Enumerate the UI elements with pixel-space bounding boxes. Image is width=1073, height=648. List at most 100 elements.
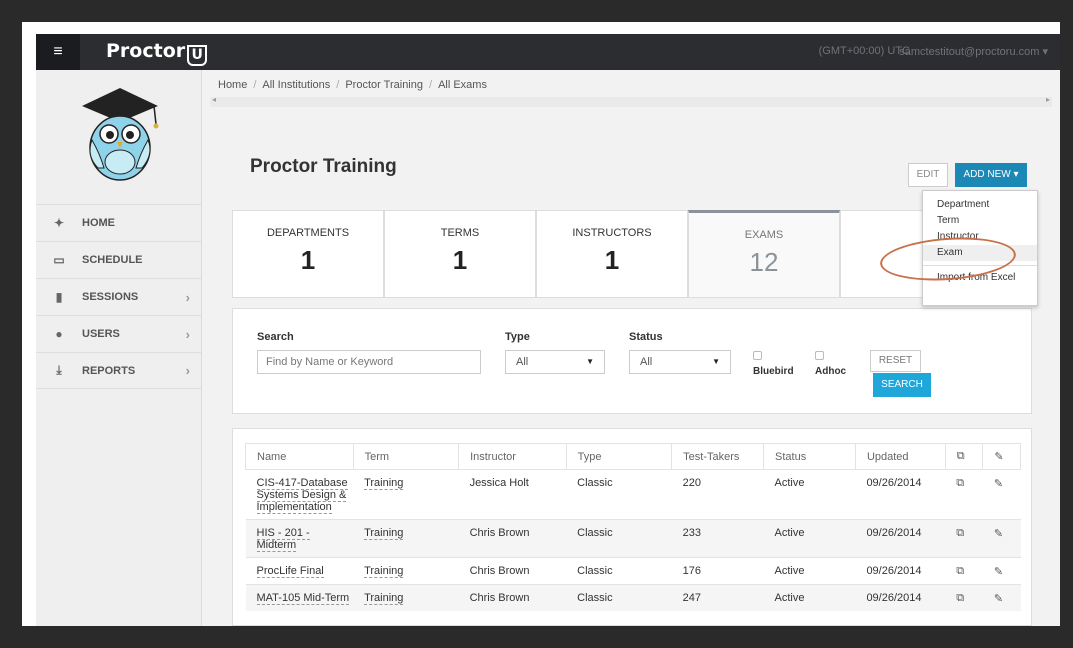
- pencil-icon[interactable]: ✎: [994, 528, 1003, 540]
- sidebar-item-schedule[interactable]: ▭ SCHEDULE: [36, 241, 202, 278]
- hamburger-icon[interactable]: ≡: [36, 34, 80, 70]
- header-term[interactable]: Term: [352, 443, 460, 470]
- add-new-button[interactable]: ADD NEW ▾: [955, 163, 1027, 187]
- stat-terms[interactable]: TERMS 1: [384, 210, 536, 298]
- sidebar-item-label: SCHEDULE: [82, 254, 143, 266]
- status-select-value: All: [640, 356, 653, 368]
- exam-name-link[interactable]: CIS-417-Database Systems Design & Implem…: [256, 477, 348, 514]
- sidebar-item-reports[interactable]: ⤓ REPORTS ›: [36, 352, 202, 389]
- stat-value: 1: [300, 245, 316, 275]
- status-cell: Active: [763, 469, 856, 520]
- sidebar-item-home[interactable]: ✦ HOME: [36, 204, 202, 241]
- type-cell: Classic: [566, 584, 672, 611]
- header-status[interactable]: Status: [763, 443, 856, 470]
- main-area: Home / All Institutions / Proctor Training / A…: [202, 70, 1060, 626]
- copy-icon[interactable]: ⧉: [956, 477, 964, 489]
- table-row: MAT-105 Mid-Term Training Chris Brown Cl…: [245, 584, 1021, 611]
- table-row: HIS - 201 - Midterm Training Chris Brown…: [245, 519, 1021, 558]
- content-panel: Proctor Training EDIT ADD NEW ▾ DEPARTME…: [232, 110, 1038, 626]
- sidebar-item-label: SESSIONS: [82, 291, 139, 303]
- copy-icon[interactable]: ⧉: [956, 592, 964, 604]
- menu-item-term[interactable]: Term: [923, 213, 1037, 229]
- term-link[interactable]: Training: [364, 527, 404, 540]
- bluebird-label: Bluebird: [753, 366, 794, 377]
- pencil-icon[interactable]: ✎: [994, 566, 1003, 578]
- sidebar-item-label: REPORTS: [82, 364, 136, 377]
- header-name[interactable]: Name: [245, 443, 354, 470]
- term-link[interactable]: Training: [364, 565, 404, 578]
- sidebar-item-users[interactable]: ● USERS ›: [36, 315, 202, 352]
- type-cell: Classic: [566, 557, 672, 585]
- copy-icon[interactable]: ⧉: [956, 565, 964, 577]
- stat-value: 1: [452, 245, 468, 275]
- header-instructor[interactable]: Instructor: [458, 443, 567, 470]
- stat-instructors[interactable]: INSTRUCTORS 1: [536, 210, 688, 298]
- bluebird-checkbox[interactable]: [753, 351, 762, 360]
- instructor-cell: Chris Brown: [458, 584, 567, 611]
- type-cell: Classic: [566, 519, 672, 558]
- updated-cell: 09/26/2014: [855, 557, 946, 585]
- top-navbar: ≡ Proctor U (GMT+00:00) UTC samctestitout…: [36, 34, 1060, 70]
- sidebar-item-label: USERS: [82, 328, 120, 340]
- updated-cell: 09/26/2014: [855, 584, 946, 611]
- reset-button[interactable]: RESET: [870, 350, 921, 372]
- adhoc-label: Adhoc: [815, 366, 847, 377]
- sidebar-item-label: HOME: [82, 217, 115, 229]
- table-row: CIS-417-Database Systems Design & Implem…: [245, 469, 1021, 520]
- breadcrumb-proctor-training[interactable]: Proctor Training: [345, 79, 423, 91]
- term-link[interactable]: Training: [364, 592, 404, 605]
- instructor-cell: Chris Brown: [458, 557, 567, 585]
- sidebar: ✦ HOME ▭ SCHEDULE ▮ SESSIONS › ● USERS › ⤓ REPO…: [36, 70, 202, 626]
- status-cell: Active: [763, 519, 856, 558]
- stat-exams[interactable]: EXAMS 12: [688, 210, 840, 298]
- status-cell: Active: [763, 557, 856, 585]
- scroll-right-icon[interactable]: ▸: [1046, 95, 1050, 104]
- horizontal-scrollbar[interactable]: ◂ ▸: [210, 95, 1052, 107]
- stat-departments[interactable]: DEPARTMENTS 1: [232, 210, 384, 298]
- term-link[interactable]: Training: [364, 477, 404, 490]
- header-test-takers[interactable]: Test-Takers: [671, 443, 765, 470]
- breadcrumb-all-institutions[interactable]: All Institutions: [262, 79, 330, 91]
- search-input[interactable]: [257, 350, 481, 374]
- pencil-icon[interactable]: ✎: [994, 593, 1003, 605]
- pencil-icon: ✎: [982, 443, 1021, 470]
- stat-label: INSTRUCTORS: [572, 227, 652, 239]
- menu-item-department[interactable]: Department: [923, 197, 1037, 213]
- type-select-value: All: [516, 356, 529, 368]
- exam-name-link[interactable]: MAT-105 Mid-Term: [256, 592, 350, 605]
- stat-label: TERMS: [440, 227, 480, 239]
- instructor-cell: Jessica Holt: [458, 469, 567, 520]
- breadcrumb-separator: /: [429, 79, 433, 91]
- stat-label: DEPARTMENTS: [266, 227, 350, 239]
- type-select[interactable]: All ▼: [505, 350, 605, 374]
- app-frame: ≡ Proctor U (GMT+00:00) UTC samctestitout…: [22, 22, 1060, 626]
- updated-cell: 09/26/2014: [855, 519, 946, 558]
- test-takers-cell: 233: [671, 519, 764, 558]
- filter-panel: Search Type All ▼ Status All ▼ Bluebird Ad…: [232, 308, 1032, 414]
- copy-icon[interactable]: ⧉: [956, 527, 964, 539]
- test-takers-cell: 247: [671, 584, 764, 611]
- chevron-right-icon: ›: [185, 289, 190, 305]
- brand-name: Proctor: [106, 40, 186, 62]
- adhoc-checkbox[interactable]: [815, 351, 824, 360]
- exam-name-link[interactable]: HIS - 201 - Midterm: [256, 527, 310, 552]
- graduation-cap-icon: ✦: [53, 216, 65, 230]
- breadcrumb-home[interactable]: Home: [218, 79, 247, 91]
- brand-logo[interactable]: Proctor U: [106, 40, 208, 66]
- sidebar-item-sessions[interactable]: ▮ SESSIONS ›: [36, 278, 202, 315]
- scroll-left-icon[interactable]: ◂: [212, 95, 216, 104]
- edit-button[interactable]: EDIT: [908, 163, 948, 187]
- header-updated[interactable]: Updated: [854, 443, 946, 470]
- type-cell: Classic: [566, 469, 672, 520]
- status-select[interactable]: All ▼: [629, 350, 731, 374]
- type-label: Type: [505, 331, 530, 343]
- user-menu[interactable]: samctestitout@proctoru.com ▾: [899, 45, 1048, 58]
- header-type[interactable]: Type: [565, 443, 673, 470]
- caret-down-icon: ▼: [712, 357, 720, 366]
- status-cell: Active: [763, 584, 856, 611]
- chevron-right-icon: ›: [185, 363, 190, 378]
- test-takers-cell: 220: [671, 469, 764, 520]
- pencil-icon[interactable]: ✎: [994, 478, 1003, 490]
- search-button[interactable]: SEARCH: [873, 373, 931, 397]
- exam-name-link[interactable]: ProcLife Final: [256, 565, 324, 578]
